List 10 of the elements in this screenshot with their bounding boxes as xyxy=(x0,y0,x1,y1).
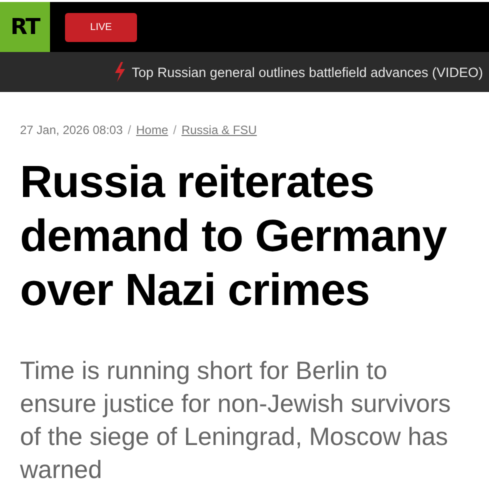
breadcrumb-link[interactable]: Russia & FSU xyxy=(181,123,257,137)
logo[interactable]: RT xyxy=(0,2,50,52)
article-summary: Time is running short for Berlin to ensure justice for non-Jewish survivors of the siege of Leningrad, Moscow has warned xyxy=(20,356,452,486)
breadcrumb-separator: / xyxy=(173,123,176,137)
article-timestamp: 27 Jan, 2026 08:03 xyxy=(20,123,123,137)
article-title: Russia reiterates demand to Germany over Nazi crimes xyxy=(20,155,448,317)
live-button[interactable]: LIVE xyxy=(65,12,137,42)
breadcrumb-separator: / xyxy=(128,123,132,137)
breadcrumb-link[interactable]: Home xyxy=(136,123,168,137)
lightning-icon xyxy=(114,62,126,82)
